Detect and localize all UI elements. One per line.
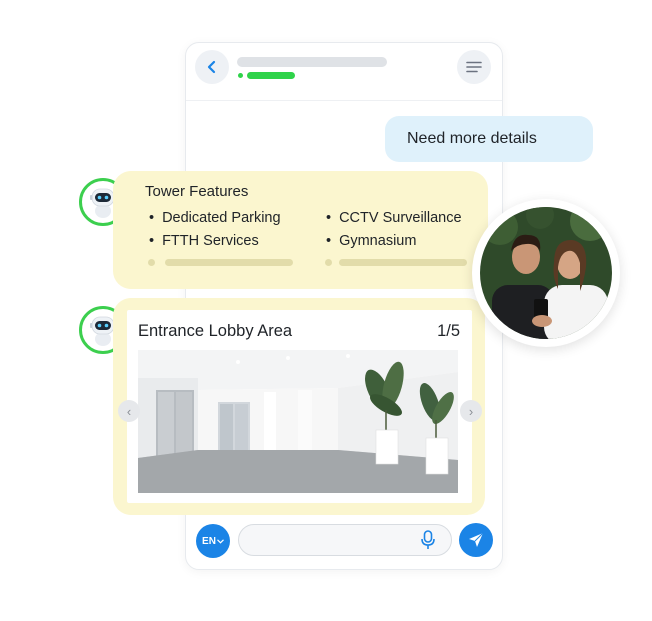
tower-features-card: Tower Features Dedicated Parking FTTH Se… bbox=[113, 171, 488, 289]
feature-item: Gymnasium bbox=[326, 233, 416, 249]
placeholder-dot bbox=[148, 259, 155, 266]
menu-icon bbox=[466, 61, 482, 73]
menu-button[interactable] bbox=[457, 50, 491, 84]
feature-item: Dedicated Parking bbox=[149, 210, 281, 226]
chat-title-placeholder bbox=[237, 57, 387, 67]
gallery-panel: Entrance Lobby Area 1/5 bbox=[127, 310, 472, 503]
language-code: EN bbox=[202, 535, 216, 547]
lobby-gallery-card: Entrance Lobby Area 1/5 bbox=[113, 298, 485, 515]
placeholder-dot bbox=[325, 259, 332, 266]
placeholder-line bbox=[165, 259, 293, 266]
feature-item: CCTV Surveillance bbox=[326, 210, 462, 226]
feature-item: FTTH Services bbox=[149, 233, 259, 249]
gallery-counter: 1/5 bbox=[437, 322, 460, 340]
send-icon bbox=[469, 532, 484, 547]
lobby-image bbox=[138, 350, 458, 493]
placeholder-line bbox=[339, 259, 467, 266]
online-status-dot bbox=[238, 73, 243, 78]
chevron-right-icon: › bbox=[468, 403, 474, 419]
chat-header bbox=[186, 43, 502, 101]
gallery-prev-button[interactable]: ‹ bbox=[118, 400, 140, 422]
couple-photo bbox=[480, 207, 612, 339]
send-button[interactable] bbox=[459, 523, 493, 557]
gallery-next-button[interactable]: › bbox=[460, 400, 482, 422]
features-title: Tower Features bbox=[145, 183, 249, 200]
online-status-placeholder bbox=[247, 72, 295, 79]
chevron-left-icon: ‹ bbox=[126, 403, 132, 419]
gallery-title: Entrance Lobby Area bbox=[138, 322, 293, 340]
lobby-photo[interactable] bbox=[138, 350, 458, 493]
chevron-left-icon bbox=[207, 60, 216, 74]
user-message-bubble: Need more details bbox=[385, 116, 593, 162]
microphone-icon[interactable] bbox=[419, 530, 437, 550]
back-button[interactable] bbox=[195, 50, 229, 84]
chevron-down-icon bbox=[217, 538, 224, 544]
language-selector[interactable]: EN bbox=[196, 524, 230, 558]
user-message-text: Need more details bbox=[407, 130, 537, 147]
user-photo-circle bbox=[472, 199, 620, 347]
couple-image bbox=[480, 207, 612, 339]
